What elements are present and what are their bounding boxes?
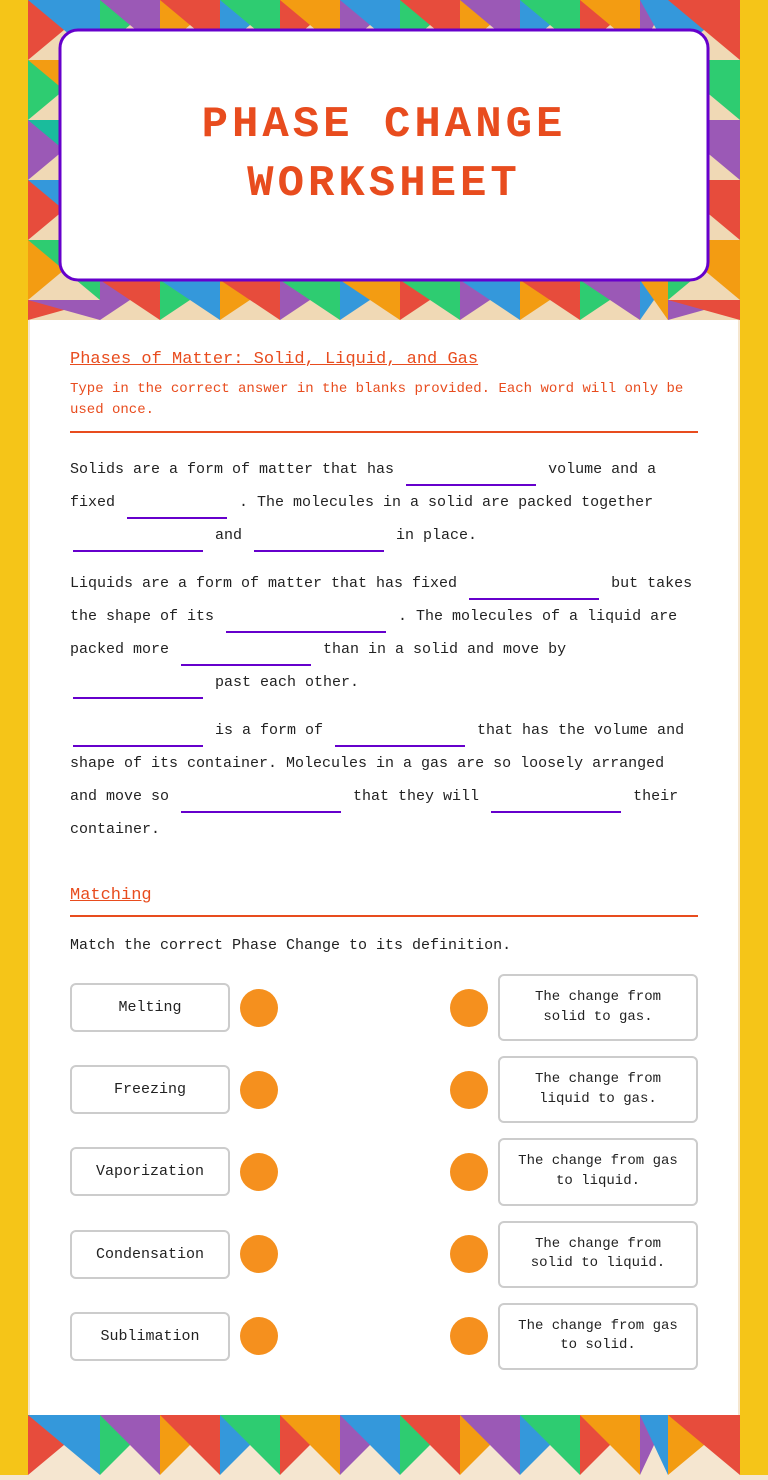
matching-row-2: Vaporization The change from gas to liqu…	[70, 1138, 698, 1205]
match-left-3: Condensation	[70, 1230, 278, 1279]
blank-9[interactable]	[73, 729, 203, 747]
match-term-1[interactable]: Freezing	[70, 1065, 230, 1114]
match-def-4[interactable]: The change from gas to solid.	[498, 1303, 698, 1370]
blank-8[interactable]	[73, 681, 203, 699]
match-term-2[interactable]: Vaporization	[70, 1147, 230, 1196]
match-left-1: Freezing	[70, 1065, 278, 1114]
match-left-2: Vaporization	[70, 1147, 278, 1196]
section-phases: Phases of Matter: Solid, Liquid, and Gas…	[70, 350, 698, 846]
match-def-2[interactable]: The change from gas to liquid.	[498, 1138, 698, 1205]
match-right-2: The change from gas to liquid.	[450, 1138, 698, 1205]
match-circle-left-1[interactable]	[240, 1071, 278, 1109]
match-circle-right-4[interactable]	[450, 1317, 488, 1355]
match-term-3[interactable]: Condensation	[70, 1230, 230, 1279]
matching-row-1: Freezing The change from liquid to gas.	[70, 1056, 698, 1123]
match-left-0: Melting	[70, 983, 278, 1032]
blank-10[interactable]	[335, 729, 465, 747]
match-circle-right-1[interactable]	[450, 1071, 488, 1109]
section2-divider	[70, 915, 698, 917]
blank-3[interactable]	[73, 534, 203, 552]
header-area: PHASE CHANGE WORKSHEET	[0, 0, 768, 320]
blank-11[interactable]	[181, 795, 341, 813]
main-content: Phases of Matter: Solid, Liquid, and Gas…	[30, 320, 738, 1415]
match-circle-left-4[interactable]	[240, 1317, 278, 1355]
match-right-3: The change from solid to liquid.	[450, 1221, 698, 1288]
blank-5[interactable]	[469, 582, 599, 600]
bottom-strip	[0, 1415, 768, 1475]
paragraph3: is a form of that has the volume and sha…	[70, 714, 698, 846]
bottom-triangles	[0, 1415, 768, 1475]
match-def-3[interactable]: The change from solid to liquid.	[498, 1221, 698, 1288]
blank-7[interactable]	[181, 648, 311, 666]
match-term-4[interactable]: Sublimation	[70, 1312, 230, 1361]
match-circle-right-2[interactable]	[450, 1153, 488, 1191]
matching-instruction: Match the correct Phase Change to its de…	[70, 937, 698, 954]
match-left-4: Sublimation	[70, 1312, 278, 1361]
match-term-0[interactable]: Melting	[70, 983, 230, 1032]
match-right-0: The change from solid to gas.	[450, 974, 698, 1041]
section1-instructions: Type in the correct answer in the blanks…	[70, 379, 698, 421]
match-circle-left-2[interactable]	[240, 1153, 278, 1191]
section2-title: Matching	[70, 886, 698, 905]
match-def-0[interactable]: The change from solid to gas.	[498, 974, 698, 1041]
match-right-1: The change from liquid to gas.	[450, 1056, 698, 1123]
matching-row-4: Sublimation The change from gas to solid…	[70, 1303, 698, 1370]
section1-divider	[70, 431, 698, 433]
section-matching: Matching Match the correct Phase Change …	[70, 886, 698, 1370]
page-title: PHASE CHANGE WORKSHEET	[202, 96, 567, 215]
match-right-4: The change from gas to solid.	[450, 1303, 698, 1370]
blank-12[interactable]	[491, 795, 621, 813]
yellow-left-strip	[0, 0, 28, 1475]
blank-2[interactable]	[127, 501, 227, 519]
section1-title: Phases of Matter: Solid, Liquid, and Gas	[70, 350, 698, 369]
blank-1[interactable]	[406, 468, 536, 486]
blank-6[interactable]	[226, 615, 386, 633]
blank-4[interactable]	[254, 534, 384, 552]
match-circle-right-3[interactable]	[450, 1235, 488, 1273]
match-circle-left-3[interactable]	[240, 1235, 278, 1273]
matching-row-0: Melting The change from solid to gas.	[70, 974, 698, 1041]
match-circle-right-0[interactable]	[450, 989, 488, 1027]
paragraph2: Liquids are a form of matter that has fi…	[70, 567, 698, 699]
matching-row-3: Condensation The change from solid to li…	[70, 1221, 698, 1288]
yellow-right-strip	[740, 0, 768, 1475]
match-def-1[interactable]: The change from liquid to gas.	[498, 1056, 698, 1123]
match-circle-left-0[interactable]	[240, 989, 278, 1027]
paragraph1: Solids are a form of matter that has vol…	[70, 453, 698, 552]
